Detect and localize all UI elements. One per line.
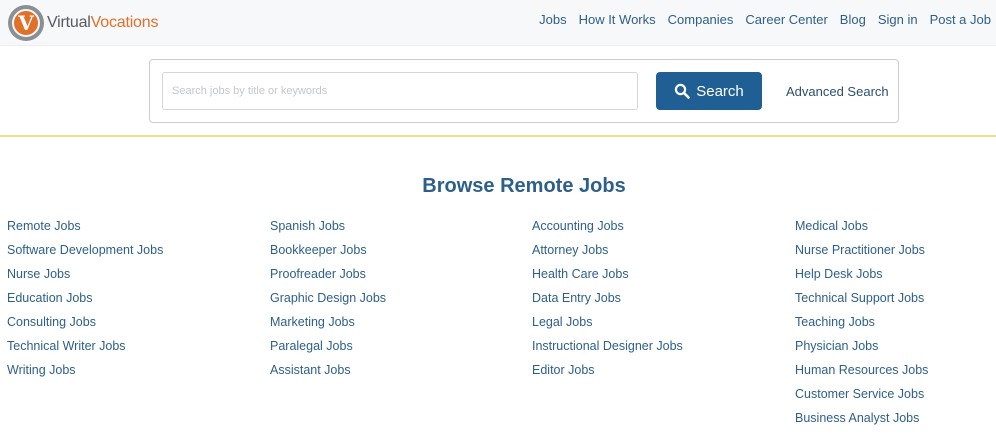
job-category-column-1: Remote Jobs Software Development Jobs Nu… (7, 218, 163, 386)
job-category-column-2: Spanish Jobs Bookkeeper Jobs Proofreader… (270, 218, 386, 386)
job-category-link[interactable]: Legal Jobs (532, 314, 683, 338)
job-category-link[interactable]: Marketing Jobs (270, 314, 386, 338)
job-category-link[interactable]: Nurse Practitioner Jobs (795, 242, 928, 266)
top-navigation-bar: V VirtualVocations Jobs How It Works Com… (0, 0, 996, 46)
job-category-column-3: Accounting Jobs Attorney Jobs Health Car… (532, 218, 683, 386)
nav-companies[interactable]: Companies (668, 12, 734, 27)
job-category-link[interactable]: Physician Jobs (795, 338, 928, 362)
browse-title: Browse Remote Jobs (422, 175, 626, 197)
nav-post-a-job[interactable]: Post a Job (930, 12, 991, 27)
job-category-link[interactable]: Accounting Jobs (532, 218, 683, 242)
job-category-link[interactable]: Technical Support Jobs (795, 290, 928, 314)
job-category-link[interactable]: Teaching Jobs (795, 314, 928, 338)
nav-career-center[interactable]: Career Center (745, 12, 827, 27)
nav-jobs[interactable]: Jobs (539, 12, 566, 27)
job-category-link[interactable]: Customer Service Jobs (795, 386, 928, 410)
logo-wordmark: VirtualVocations (47, 14, 158, 32)
job-category-link[interactable]: Data Entry Jobs (532, 290, 683, 314)
job-category-link[interactable]: Health Care Jobs (532, 266, 683, 290)
job-category-link[interactable]: Bookkeeper Jobs (270, 242, 386, 266)
job-category-column-4: Medical Jobs Nurse Practitioner Jobs Hel… (795, 218, 928, 434)
job-category-link[interactable]: Nurse Jobs (7, 266, 163, 290)
job-category-link[interactable]: Paralegal Jobs (270, 338, 386, 362)
job-category-link[interactable]: Editor Jobs (532, 362, 683, 386)
search-icon (675, 83, 691, 99)
logo-mark-icon: V (8, 5, 44, 41)
site-logo[interactable]: V VirtualVocations (8, 5, 158, 41)
job-category-link[interactable]: Help Desk Jobs (795, 266, 928, 290)
job-category-link[interactable]: Remote Jobs (7, 218, 163, 242)
job-category-link[interactable]: Business Analyst Jobs (795, 410, 928, 434)
search-input[interactable] (162, 72, 638, 110)
job-category-link[interactable]: Assistant Jobs (270, 362, 386, 386)
logo-text-vocations: Vocations (90, 14, 159, 31)
logo-text-virtual: Virtual (47, 14, 91, 31)
advanced-search-link[interactable]: Advanced Search (786, 84, 889, 99)
job-category-link[interactable]: Writing Jobs (7, 362, 163, 386)
job-category-link[interactable]: Software Development Jobs (7, 242, 163, 266)
main-nav: Jobs How It Works Companies Career Cente… (539, 12, 991, 27)
logo-letter: V (12, 9, 40, 37)
job-category-link[interactable]: Medical Jobs (795, 218, 928, 242)
job-category-link[interactable]: Attorney Jobs (532, 242, 683, 266)
search-button-label: Search (696, 82, 744, 100)
nav-blog[interactable]: Blog (840, 12, 866, 27)
job-category-link[interactable]: Graphic Design Jobs (270, 290, 386, 314)
job-category-link[interactable]: Human Resources Jobs (795, 362, 928, 386)
job-category-link[interactable]: Instructional Designer Jobs (532, 338, 683, 362)
search-panel: Search Advanced Search (149, 59, 899, 123)
job-category-link[interactable]: Spanish Jobs (270, 218, 386, 242)
job-category-link[interactable]: Education Jobs (7, 290, 163, 314)
job-category-link[interactable]: Proofreader Jobs (270, 266, 386, 290)
job-category-link[interactable]: Technical Writer Jobs (7, 338, 163, 362)
nav-how-it-works[interactable]: How It Works (579, 12, 656, 27)
job-category-link[interactable]: Consulting Jobs (7, 314, 163, 338)
section-divider (0, 135, 996, 137)
search-button[interactable]: Search (656, 72, 762, 110)
nav-sign-in[interactable]: Sign in (878, 12, 918, 27)
